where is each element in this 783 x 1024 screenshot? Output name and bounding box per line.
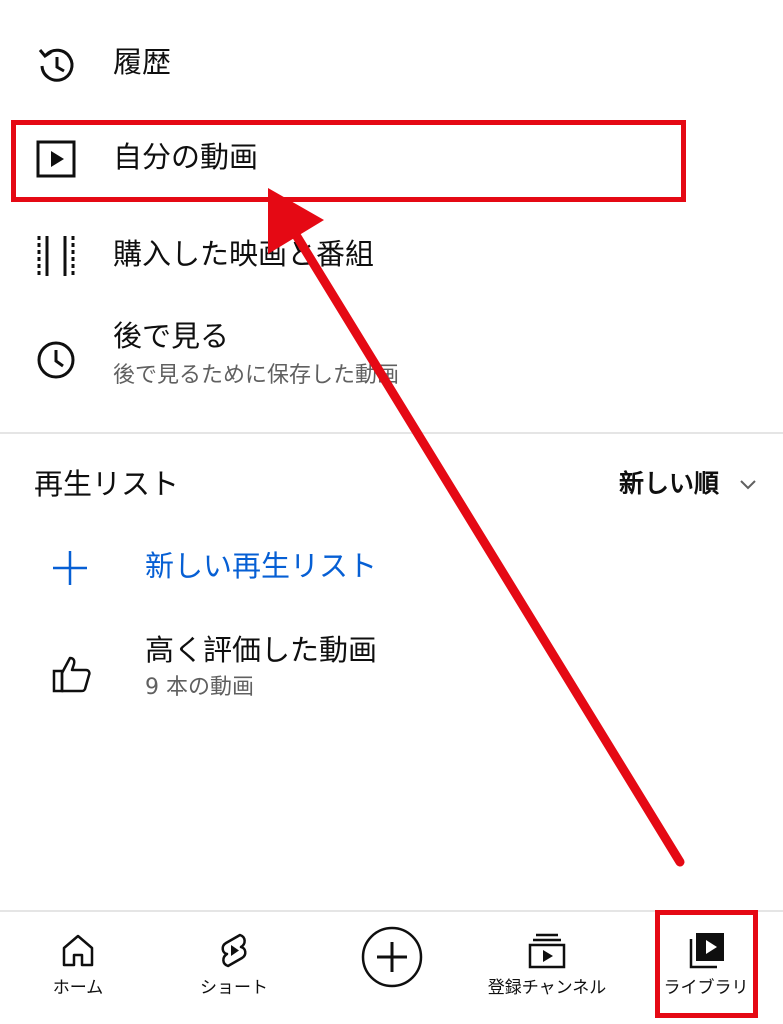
menu-item-your-videos[interactable]: 自分の動画 [0, 125, 783, 191]
nav-label: ライブラリ [663, 978, 749, 998]
nav-shorts[interactable]: ショート [178, 912, 290, 1024]
sort-dropdown[interactable]: 新しい順 [619, 468, 759, 500]
new-playlist-label: 新しい再生リスト [145, 549, 378, 583]
chevron-down-icon [740, 480, 756, 490]
menu-item-label: 後で見る [113, 319, 230, 353]
film-strip-icon [37, 236, 75, 276]
nav-subscriptions[interactable]: 登録チャンネル [482, 912, 612, 1024]
menu-item-subtext: 後で見るために保存した動画 [113, 363, 400, 388]
menu-item-label: 購入した映画と番組 [113, 237, 375, 271]
menu-item-purchases[interactable]: 購入した映画と番組 [0, 222, 783, 286]
bottom-navigation: ホーム ショート 登録チャンネル ライブラリ [0, 910, 783, 1024]
nav-create[interactable] [336, 912, 448, 1024]
section-divider [0, 432, 783, 434]
history-icon [38, 48, 74, 82]
menu-item-history[interactable]: 履歴 [0, 30, 783, 94]
home-icon [62, 934, 94, 967]
menu-item-label: 履歴 [113, 45, 172, 79]
clock-icon [37, 341, 75, 379]
new-playlist-button[interactable]: 新しい再生リスト [0, 540, 783, 596]
play-square-icon [36, 140, 76, 178]
youtube-library-page: 履歴 自分の動画 購入した映画と番組 後で見る 後で見るために保存した動画 再生… [0, 0, 783, 1024]
shorts-icon [221, 933, 247, 968]
create-plus-icon [361, 926, 423, 988]
menu-item-watch-later[interactable]: 後で見る 後で見るために保存した動画 [0, 312, 783, 402]
nav-label: ショート [200, 978, 268, 998]
nav-label: ホーム [52, 978, 104, 998]
nav-home[interactable]: ホーム [22, 912, 134, 1024]
menu-item-label: 自分の動画 [113, 140, 259, 174]
thumbs-up-icon [52, 656, 91, 693]
liked-videos-item[interactable]: 高く評価した動画 9 本の動画 [0, 622, 783, 712]
plus-icon [53, 551, 87, 585]
playlists-title: 再生リスト [34, 467, 180, 501]
sort-label: 新しい順 [618, 469, 719, 498]
liked-videos-label: 高く評価した動画 [145, 633, 378, 667]
nav-library[interactable]: ライブラリ [650, 912, 762, 1024]
nav-label: 登録チャンネル [487, 978, 607, 998]
library-icon [689, 933, 724, 969]
subscriptions-icon [528, 933, 566, 969]
liked-videos-count: 9 本の動画 [145, 675, 254, 700]
